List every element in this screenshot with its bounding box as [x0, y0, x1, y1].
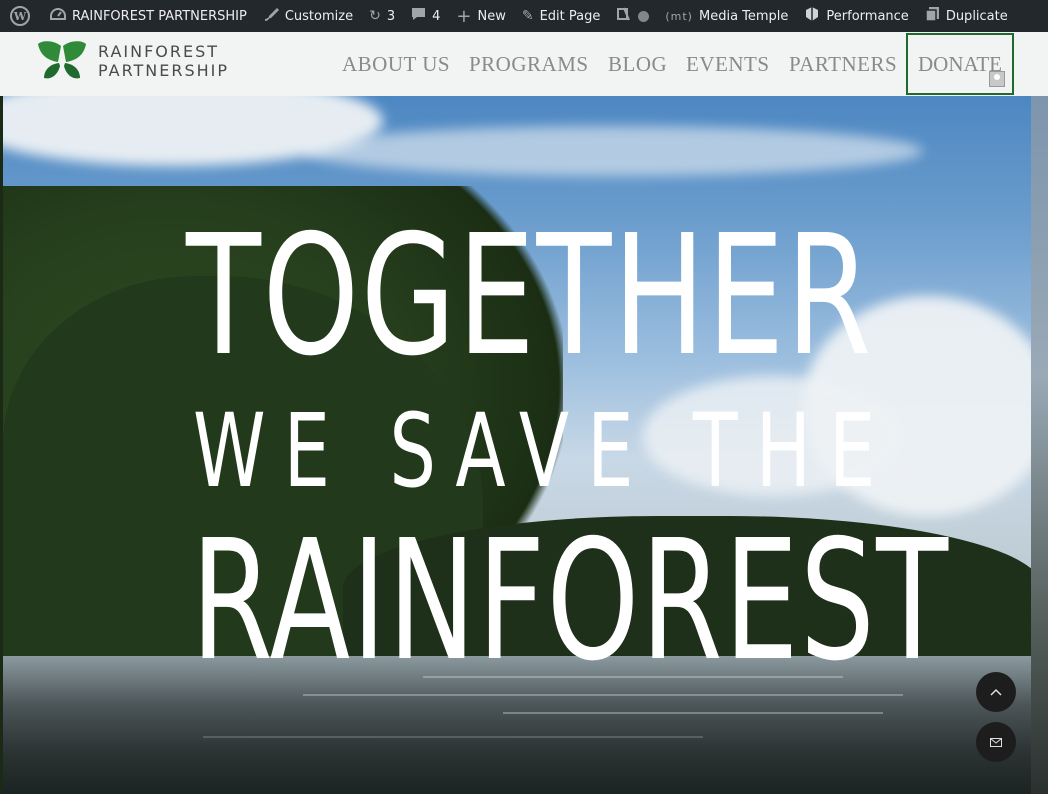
- new-content-link[interactable]: + New: [448, 0, 513, 32]
- copy-icon: [925, 6, 940, 26]
- wordpress-menu[interactable]: W: [0, 0, 42, 32]
- new-label: New: [477, 8, 506, 24]
- scrollbar-edge: [1031, 96, 1048, 794]
- media-temple-link[interactable]: (mt) Media Temple: [657, 0, 796, 32]
- seo-status-icon: [638, 10, 650, 22]
- edit-page-link[interactable]: ✎ Edit Page: [514, 0, 609, 32]
- customize-label: Customize: [284, 8, 354, 24]
- yoast-icon: [616, 6, 632, 26]
- brush-icon: [263, 6, 279, 26]
- duplicate-label: Duplicate: [945, 8, 1008, 24]
- hero-headline: TOGETHER WE SAVE THE RAINFOREST: [3, 96, 1031, 794]
- nav-partners[interactable]: PARTNERS: [789, 52, 897, 77]
- hero-section: TOGETHER WE SAVE THE RAINFOREST: [3, 96, 1031, 794]
- logo-line-2: PARTNERSHIP: [98, 61, 230, 80]
- pencil-icon: ✎: [521, 8, 534, 24]
- headline-line-1: TOGETHER: [186, 200, 873, 393]
- site-logo[interactable]: RAINFOREST PARTNERSHIP: [36, 40, 229, 82]
- media-temple-logo-icon: (mt): [665, 9, 693, 23]
- comments-link[interactable]: 4: [403, 0, 448, 32]
- edit-page-label: Edit Page: [539, 8, 601, 24]
- duplicate-link[interactable]: Duplicate: [917, 0, 1016, 32]
- headline-line-2: WE SAVE THE: [193, 392, 894, 511]
- nav-blog[interactable]: BLOG: [608, 52, 667, 77]
- nav-about-us[interactable]: ABOUT US: [342, 52, 450, 77]
- site-header: RAINFOREST PARTNERSHIP ABOUT US PROGRAMS…: [0, 32, 1048, 96]
- nav-events[interactable]: EVENTS: [686, 52, 770, 77]
- wordpress-logo-icon: W: [10, 6, 30, 26]
- updates-count: 3: [386, 8, 396, 24]
- logo-line-1: RAINFOREST: [98, 42, 220, 61]
- admin-bar: W RAINFOREST PARTNERSHIP Customize ↻ 3 4…: [0, 0, 1048, 32]
- site-name-label: RAINFOREST PARTNERSHIP: [72, 8, 247, 24]
- media-temple-label: Media Temple: [698, 8, 789, 24]
- nav-programs[interactable]: PROGRAMS: [469, 52, 589, 77]
- headline-line-3: RAINFOREST: [191, 505, 950, 698]
- seo-menu[interactable]: [608, 0, 657, 32]
- butterfly-logo-icon: [38, 41, 86, 79]
- chevron-up-icon: [990, 688, 1002, 696]
- envelope-icon: [990, 737, 1002, 747]
- performance-link[interactable]: Performance: [796, 0, 916, 32]
- scroll-to-top-button[interactable]: [976, 672, 1016, 712]
- site-name-link[interactable]: RAINFOREST PARTNERSHIP: [42, 0, 255, 32]
- performance-label: Performance: [826, 8, 909, 24]
- comments-count: 4: [432, 8, 441, 24]
- dashboard-icon: [50, 7, 66, 25]
- user-avatar-icon[interactable]: [989, 71, 1005, 87]
- updates-icon: ↻: [369, 8, 381, 24]
- updates-link[interactable]: ↻ 3: [361, 0, 403, 32]
- performance-icon: [804, 6, 820, 26]
- contact-button[interactable]: [976, 722, 1016, 762]
- comment-icon: [411, 7, 426, 25]
- customize-link[interactable]: Customize: [255, 0, 361, 32]
- plus-icon: +: [456, 5, 472, 27]
